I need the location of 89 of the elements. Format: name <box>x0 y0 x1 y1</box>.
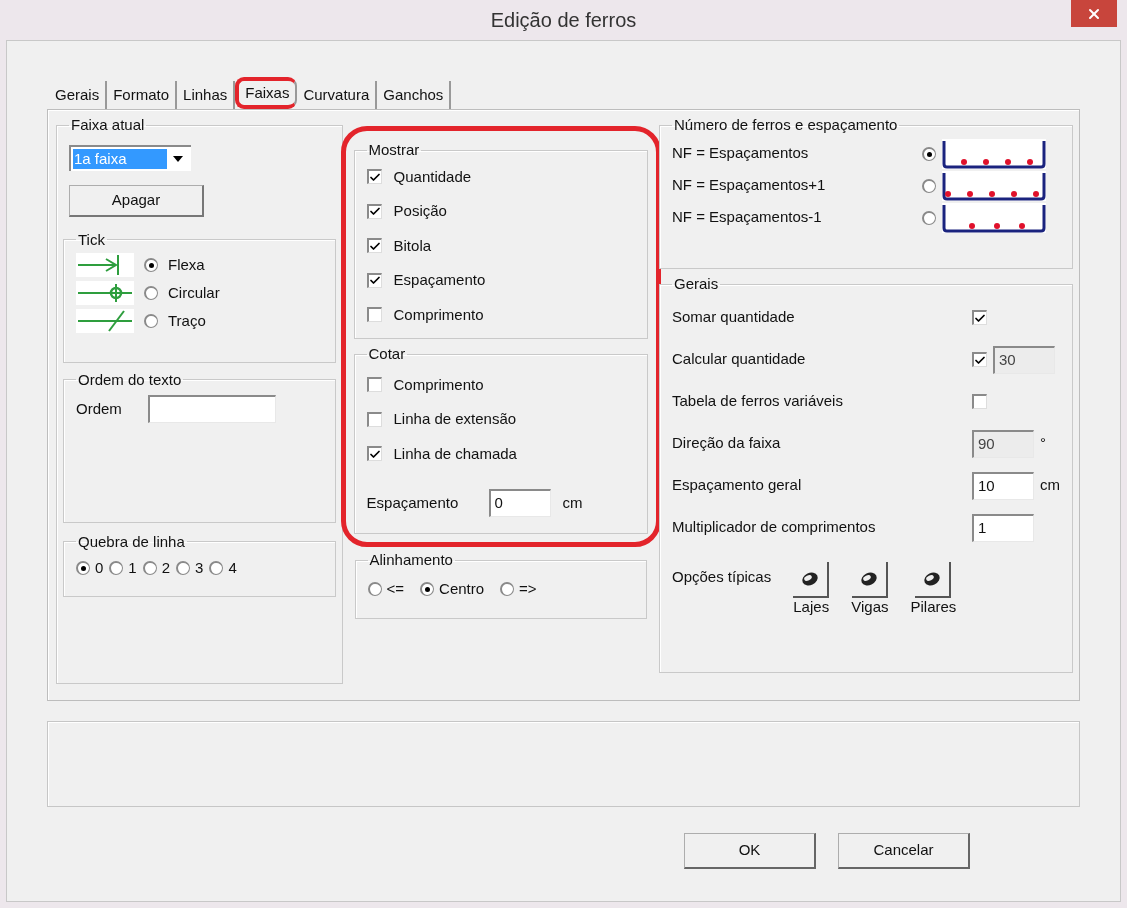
radio-button[interactable] <box>144 258 158 272</box>
radio-label: => <box>519 578 537 599</box>
group-title: Tick <box>77 229 106 250</box>
checkbox[interactable] <box>366 411 382 427</box>
arrow-tick-icon <box>76 253 134 277</box>
unit-label: cm <box>1040 475 1060 496</box>
radio-label: Flexa <box>168 254 205 275</box>
setting-label: Espaçamento geral <box>672 475 803 496</box>
radio-button[interactable] <box>144 314 158 328</box>
radio-button[interactable] <box>76 561 90 576</box>
checkbox-label: Comprimento <box>393 304 484 325</box>
radio-label: 2 <box>161 558 171 578</box>
close-button[interactable] <box>1071 0 1117 27</box>
bar-spacing-icon <box>942 170 1046 201</box>
group-title: Alinhamento <box>368 550 454 570</box>
group-title: Quebra de linha <box>77 531 186 552</box>
radio-button[interactable] <box>922 210 936 225</box>
dialog-button[interactable]: Cancelar <box>838 833 970 869</box>
group-title: Gerais <box>673 274 720 294</box>
setting-label: Somar quantidade <box>672 307 796 328</box>
tab[interactable]: Faixas <box>235 77 298 109</box>
setting-label: Multiplicador de comprimentos <box>672 517 877 538</box>
group-title: Ordem do texto <box>77 369 183 390</box>
checkbox-label: Comprimento <box>393 374 484 395</box>
bar-spacing-icon <box>942 138 1046 169</box>
checkbox-label: Quantidade <box>393 166 472 187</box>
field-label: Espaçamento <box>366 492 460 513</box>
checkbox[interactable] <box>366 203 382 219</box>
delete-button[interactable]: Apagar <box>69 184 204 217</box>
checkbox-label: Linha de chamada <box>393 443 517 464</box>
group-title: Número de ferros e espaçamento <box>673 115 899 135</box>
dialog-button[interactable]: OK <box>684 833 816 869</box>
checkbox[interactable] <box>972 394 987 409</box>
input-field[interactable]: 0 <box>488 489 551 517</box>
dropdown-value: 1a faixa <box>73 148 167 169</box>
circle-tick-icon <box>76 281 134 305</box>
radio-button[interactable] <box>922 178 936 193</box>
radio-label: NF = Espaçamentos <box>672 143 810 164</box>
setting-label: Direção da faixa <box>672 433 782 454</box>
typical-options-label: Opções típicas <box>672 566 772 587</box>
checkbox-label: Bitola <box>393 235 432 256</box>
radio-button[interactable] <box>176 561 191 576</box>
tab[interactable]: Gerais <box>49 81 108 109</box>
bar-spacing-icon <box>942 202 1046 233</box>
checkbox-label: Espaçamento <box>393 270 486 290</box>
unit-label: ° <box>1040 433 1046 454</box>
tab[interactable]: Ganchos <box>377 81 452 109</box>
group-title: Faixa atual <box>70 115 146 135</box>
radio-label: Centro <box>439 578 485 599</box>
radio-button[interactable] <box>500 581 515 596</box>
checkbox[interactable] <box>366 238 382 254</box>
radio-label: 4 <box>228 558 237 578</box>
slash-tick-icon <box>76 309 134 333</box>
checkbox[interactable] <box>366 307 382 323</box>
input-field[interactable] <box>148 395 276 423</box>
radio-label: 3 <box>195 558 204 578</box>
radio-button[interactable] <box>922 146 936 161</box>
radio-label: <= <box>386 578 405 599</box>
radio-label: 0 <box>95 558 104 578</box>
field-label: Ordem <box>76 398 123 419</box>
window-title: Edição de ferros <box>489 8 638 33</box>
setting-label: Calcular quantidade <box>672 349 807 370</box>
checkbox[interactable] <box>366 272 382 288</box>
radio-label: Traço <box>168 310 206 331</box>
radio-label: NF = Espaçamentos+1 <box>672 175 827 196</box>
input-field[interactable]: 1 <box>972 513 1034 542</box>
checkbox[interactable] <box>972 310 987 325</box>
checkbox-label: Linha de extensão <box>393 409 517 429</box>
radio-label: NF = Espaçamentos-1 <box>672 207 823 228</box>
checkbox[interactable] <box>366 446 382 462</box>
radio-label: Circular <box>168 282 220 303</box>
caret-icon <box>173 155 183 162</box>
checkbox[interactable] <box>366 377 382 393</box>
setting-label: Tabela de ferros variáveis <box>672 391 844 412</box>
tab[interactable]: Curvatura <box>297 81 378 109</box>
radio-button[interactable] <box>209 561 224 576</box>
radio-button[interactable] <box>109 561 124 576</box>
radio-button[interactable] <box>420 581 435 596</box>
input-field[interactable]: 10 <box>972 471 1034 500</box>
checkbox-label: Posição <box>393 201 447 221</box>
radio-button[interactable] <box>142 561 157 576</box>
radio-button[interactable] <box>367 581 382 596</box>
radio-button[interactable] <box>144 286 158 300</box>
unit-label: cm <box>562 492 583 513</box>
group-title: Cotar <box>367 344 407 364</box>
checkbox[interactable] <box>366 169 382 185</box>
tab[interactable]: Formato <box>107 81 178 109</box>
group-title: Mostrar <box>367 140 421 160</box>
radio-label: 1 <box>128 558 137 578</box>
